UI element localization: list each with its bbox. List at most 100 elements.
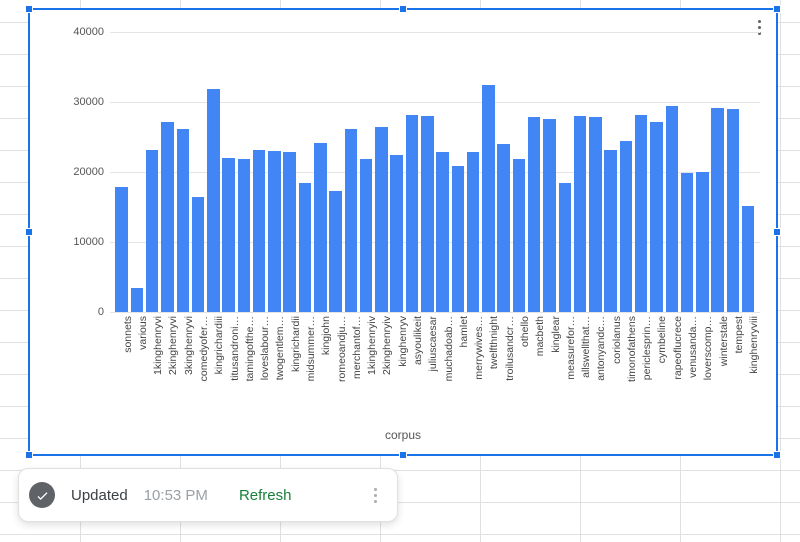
bar-slot — [252, 32, 267, 312]
bar[interactable] — [161, 122, 174, 312]
bar[interactable] — [742, 206, 755, 312]
bar-slot — [588, 32, 603, 312]
bar[interactable] — [253, 150, 266, 312]
bar-slot — [634, 32, 649, 312]
resize-handle-sw[interactable] — [25, 451, 33, 459]
bar[interactable] — [177, 129, 190, 312]
resize-handle-e[interactable] — [773, 228, 781, 236]
resize-handle-se[interactable] — [773, 451, 781, 459]
bar-slot — [542, 32, 557, 312]
gridline — [110, 312, 760, 313]
plot-area: 010000200003000040000 — [110, 32, 760, 312]
bar-slot — [389, 32, 404, 312]
status-label: Updated — [71, 487, 128, 504]
bar[interactable] — [314, 143, 327, 312]
y-tick-label: 0 — [56, 306, 104, 318]
bar-slot — [557, 32, 572, 312]
bar-slot — [313, 32, 328, 312]
bar-slot — [145, 32, 160, 312]
bar[interactable] — [589, 117, 602, 312]
x-axis-labels: sonnetsvarious1kinghenryvi2kinghenryvi3k… — [110, 314, 760, 420]
resize-handle-ne[interactable] — [773, 5, 781, 13]
y-tick-label: 20000 — [56, 166, 104, 178]
x-tick-label: kinghenryviii — [748, 316, 760, 374]
bar[interactable] — [360, 159, 373, 312]
y-tick-label: 40000 — [56, 26, 104, 38]
bar[interactable] — [131, 288, 144, 313]
bar-slot — [374, 32, 389, 312]
bar[interactable] — [543, 119, 556, 312]
bar[interactable] — [467, 152, 480, 312]
bar-slot — [710, 32, 725, 312]
bar-slot — [221, 32, 236, 312]
bar[interactable] — [497, 144, 510, 312]
bar[interactable] — [574, 116, 587, 312]
bar-slot — [511, 32, 526, 312]
bar-slot — [267, 32, 282, 312]
bar[interactable] — [559, 183, 572, 312]
bar[interactable] — [513, 159, 526, 312]
bar[interactable] — [436, 152, 449, 312]
status-time: 10:53 PM — [144, 487, 208, 504]
resize-handle-s[interactable] — [399, 451, 407, 459]
refresh-button[interactable]: Refresh — [239, 487, 292, 504]
bar[interactable] — [696, 172, 709, 312]
bar[interactable] — [666, 106, 679, 312]
bar[interactable] — [650, 122, 663, 312]
bar[interactable] — [452, 166, 465, 312]
bar-slot — [618, 32, 633, 312]
bar[interactable] — [329, 191, 342, 312]
bar-slot — [206, 32, 221, 312]
bar[interactable] — [711, 108, 724, 312]
bar-slot — [114, 32, 129, 312]
bar[interactable] — [283, 152, 296, 312]
bar[interactable] — [268, 151, 281, 312]
bar[interactable] — [604, 150, 617, 312]
connected-sheet-status: Updated 10:53 PM Refresh — [18, 468, 398, 522]
status-options-button[interactable] — [363, 481, 387, 509]
bar[interactable] — [620, 141, 633, 313]
y-tick-label: 30000 — [56, 96, 104, 108]
bar[interactable] — [421, 116, 434, 312]
bar[interactable] — [207, 89, 220, 312]
bar-slot — [420, 32, 435, 312]
bar-slot — [343, 32, 358, 312]
bar[interactable] — [115, 187, 128, 312]
bar-slot — [725, 32, 740, 312]
bar[interactable] — [146, 150, 159, 312]
bar-slot — [359, 32, 374, 312]
bar[interactable] — [635, 115, 648, 312]
resize-handle-nw[interactable] — [25, 5, 33, 13]
bar[interactable] — [528, 117, 541, 312]
bar-slot — [160, 32, 175, 312]
bar[interactable] — [238, 159, 251, 312]
x-axis-title: corpus — [30, 428, 776, 442]
updated-check-icon — [29, 482, 55, 508]
bar-slot — [741, 32, 756, 312]
bar-slot — [282, 32, 297, 312]
bar-slot — [175, 32, 190, 312]
bar[interactable] — [727, 109, 740, 312]
bar[interactable] — [390, 155, 403, 313]
resize-handle-w[interactable] — [25, 228, 33, 236]
bar-slot — [603, 32, 618, 312]
bar[interactable] — [345, 129, 358, 312]
bar-slot — [664, 32, 679, 312]
bar-slot — [190, 32, 205, 312]
bar[interactable] — [406, 115, 419, 312]
bar-slot — [527, 32, 542, 312]
chart-object[interactable]: 010000200003000040000 sonnetsvarious1kin… — [28, 8, 778, 456]
resize-handle-n[interactable] — [399, 5, 407, 13]
bar-slot — [297, 32, 312, 312]
bar-slot — [435, 32, 450, 312]
bar-slot — [572, 32, 587, 312]
bar-slot — [129, 32, 144, 312]
bar-slot — [649, 32, 664, 312]
bar[interactable] — [299, 183, 312, 313]
bar[interactable] — [681, 173, 694, 312]
y-tick-label: 10000 — [56, 236, 104, 248]
bar[interactable] — [375, 127, 388, 313]
bar[interactable] — [222, 158, 235, 312]
bar[interactable] — [482, 85, 495, 313]
bar[interactable] — [192, 197, 205, 312]
